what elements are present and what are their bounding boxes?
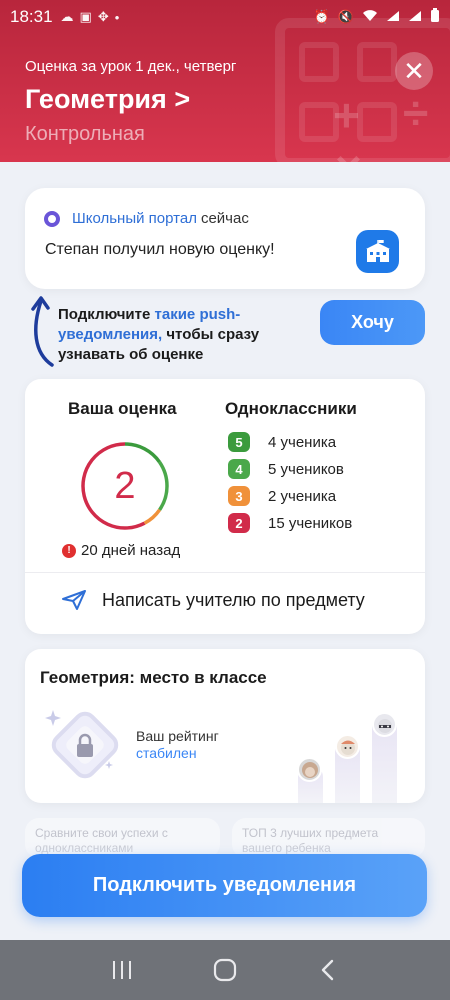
push-prompt-text: Подключите такие push-уведомления, чтобы…	[58, 305, 313, 365]
plus-decoration-icon: +	[333, 89, 360, 141]
home-button[interactable]	[205, 950, 245, 990]
app-dot-icon	[44, 211, 60, 227]
grade-badge: 2	[228, 513, 250, 533]
rank-card[interactable]: Геометрия: место в классе Ваш рейтинг ст…	[25, 649, 425, 803]
school-icon	[356, 230, 399, 273]
nav-bar	[0, 940, 450, 1000]
mute-icon: 🔇	[337, 9, 354, 24]
battery-icon	[430, 8, 440, 26]
divide-decoration-icon: ÷	[403, 87, 429, 139]
avatar	[297, 757, 322, 782]
home-icon	[213, 958, 237, 982]
grade-badge: 5	[228, 432, 250, 452]
distribution-row: 3 2 ученика	[228, 486, 336, 506]
status-time: 18:31	[10, 7, 53, 26]
app-icon: ✥	[97, 9, 109, 24]
send-icon	[62, 590, 86, 610]
subject-title-link[interactable]: Геометрия >	[25, 84, 190, 115]
status-bar: 18:31 ☁ ▣ ✥ • ⏰ 🔇	[0, 0, 450, 34]
warning-icon: !	[62, 543, 76, 558]
wifi-icon	[362, 9, 378, 25]
distribution-row: 4 5 учеников	[228, 459, 344, 479]
image-icon: ▣	[79, 9, 92, 24]
back-icon	[322, 959, 334, 981]
avatar	[335, 734, 360, 759]
close-icon: ✕	[403, 55, 425, 86]
classmates-label: Одноклассники	[225, 399, 357, 418]
notification-preview: Школьный портал сейчас Степан получил нов…	[25, 188, 425, 289]
lock-icon	[45, 710, 119, 779]
lesson-date: Оценка за урок 1 дек., четверг	[25, 58, 237, 75]
want-button[interactable]: Хочу	[320, 300, 425, 345]
student-count: 4 ученика	[268, 433, 337, 451]
notification-app-name: Школьный портал	[72, 210, 197, 227]
divider	[25, 572, 425, 573]
grade-age: ! 20 дней назад	[62, 542, 180, 559]
grade-card: Ваша оценка 2 ! 20 дней назад Одноклассн…	[25, 379, 425, 634]
grade-ring: 2	[81, 442, 169, 530]
arrow-up-icon	[31, 296, 54, 367]
recent-apps-button[interactable]	[102, 950, 142, 990]
grade-ring-segment	[124, 442, 162, 464]
distribution-row: 5 4 ученика	[228, 432, 336, 452]
alarm-icon: ⏰	[313, 9, 330, 24]
signal-icon	[408, 10, 422, 25]
back-button[interactable]	[308, 950, 348, 990]
cloud-icon: ☁	[60, 9, 74, 24]
grade-ring-segment	[143, 508, 162, 525]
notification-text: Степан получил новую оценку!	[45, 241, 275, 258]
rating-label: Ваш рейтинг	[136, 728, 219, 744]
grade-value: 2	[114, 465, 135, 507]
rating-status: стабилен	[136, 745, 197, 761]
student-count: 2 ученика	[268, 487, 337, 505]
notification-app: Школьный портал сейчас	[72, 210, 249, 227]
chevron-right-icon: >	[174, 84, 191, 114]
header: + ÷ × 18:31 ☁ ▣ ✥ • ⏰ 🔇 Оценка за урок 1…	[0, 0, 450, 162]
your-grade-label: Ваша оценка	[68, 399, 177, 418]
student-count: 5 учеников	[268, 460, 344, 478]
recent-apps-icon	[112, 961, 131, 979]
signal-icon	[386, 10, 400, 25]
push-text-before: Подключите	[58, 306, 155, 323]
close-button[interactable]: ✕	[395, 52, 433, 90]
distribution-row: 2 15 учеников	[228, 513, 352, 533]
rank-card-title: Геометрия: место в классе	[40, 668, 267, 687]
work-type: Контрольная	[25, 123, 145, 145]
write-teacher-button[interactable]: Написать учителю по предмету	[61, 589, 365, 611]
dot-icon: •	[114, 9, 120, 25]
write-teacher-label: Написать учителю по предмету	[102, 589, 365, 610]
notification-time: сейчас	[200, 210, 249, 227]
subject-title: Геометрия	[25, 84, 167, 114]
grade-age-text: 20 дней назад	[81, 542, 181, 559]
grade-badge: 4	[228, 459, 250, 479]
grade-badge: 3	[228, 486, 250, 506]
grade-ring-segment	[158, 461, 169, 511]
avatar	[372, 712, 397, 737]
student-count: 15 учеников	[268, 514, 353, 532]
multiply-decoration-icon: ×	[335, 140, 362, 162]
connect-notifications-button[interactable]: Подключить уведомления	[22, 854, 427, 917]
